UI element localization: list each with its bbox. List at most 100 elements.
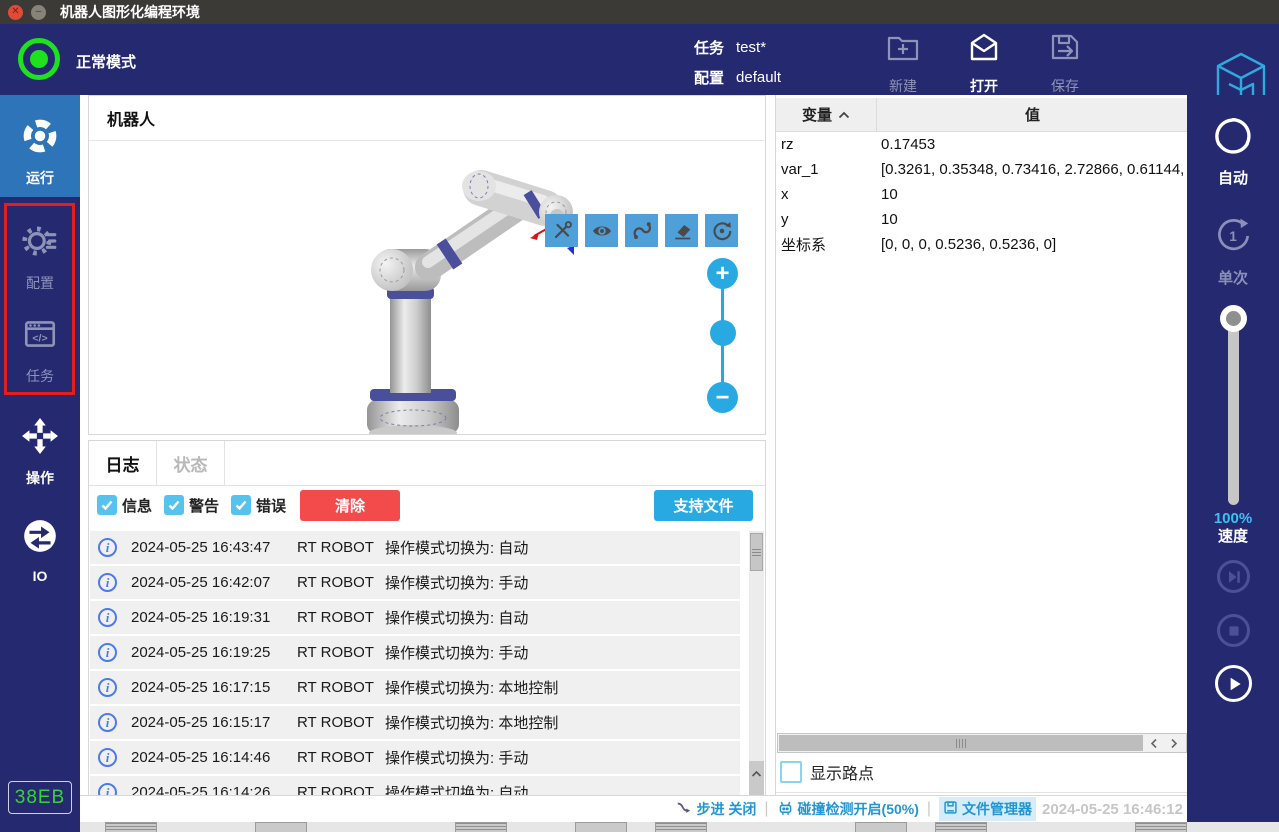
collision-detection-status[interactable]: 碰撞检测开启(50%) xyxy=(777,799,919,819)
sidebar-item-task[interactable]: </> 任务 xyxy=(0,303,80,393)
log-row[interactable]: i 2024-05-25 16:19:25 RT ROBOT 操作模式切换为: 手动 xyxy=(90,636,740,669)
sidebar-item-config[interactable]: 配置 xyxy=(0,210,80,300)
collision-label: 碰撞检测开启(50%) xyxy=(797,801,919,817)
speed-label: 速度 xyxy=(1217,528,1248,545)
variable-row[interactable]: 坐标系 [0, 0, 0, 0.5236, 0.5236, 0] xyxy=(776,232,1188,257)
show-waypoints-row: 显示路点 xyxy=(780,760,874,784)
scroll-right-button[interactable] xyxy=(1164,735,1184,751)
svg-text:</>: </> xyxy=(32,332,47,344)
auto-mode-button[interactable]: 自动 xyxy=(1187,115,1279,188)
checkbox-info[interactable] xyxy=(97,495,117,515)
variable-header-label: 变量 xyxy=(801,107,832,124)
info-icon: i xyxy=(98,538,117,557)
log-filter-bar: 信息 警告 错误 清除 支持文件 xyxy=(89,486,765,524)
log-row[interactable]: i 2024-05-25 16:14:46 RT ROBOT 操作模式切换为: 手动 xyxy=(90,741,740,774)
hscrollbar-thumb[interactable] xyxy=(779,735,1143,751)
log-source: RT ROBOT xyxy=(297,644,374,661)
clear-button[interactable]: 清除 xyxy=(300,489,401,521)
variable-value: [0, 0, 0, 0.5236, 0.5236, 0] xyxy=(881,236,1057,253)
variable-value: 10 xyxy=(881,211,898,228)
divider xyxy=(776,792,1188,793)
scrollbar-thumb[interactable] xyxy=(750,533,763,571)
single-run-button[interactable]: 1 单次 xyxy=(1187,215,1279,288)
speed-slider-knob[interactable] xyxy=(1220,305,1247,332)
file-manager-button[interactable]: 文件管理器 xyxy=(939,797,1037,821)
column-header-value[interactable]: 值 xyxy=(877,98,1188,131)
robot-3d-view[interactable]: + − xyxy=(89,142,765,434)
clipped-item xyxy=(105,822,157,832)
sidebar-item-io[interactable]: IO xyxy=(0,503,80,593)
column-header-variable[interactable]: 变量 xyxy=(776,98,877,131)
variable-row[interactable]: rz 0.17453 xyxy=(776,132,1188,157)
checkbox-error[interactable] xyxy=(231,495,252,515)
log-message: 操作模式切换为: 手动 xyxy=(385,575,529,592)
variable-value: 10 xyxy=(881,186,898,203)
save-button[interactable]: 保存 xyxy=(1042,30,1088,96)
open-button[interactable]: 打开 xyxy=(961,30,1007,96)
log-row[interactable]: i 2024-05-25 16:42:07 RT ROBOT 操作模式切换为: 手动 xyxy=(90,566,740,599)
gear-icon xyxy=(21,222,59,265)
variable-name: 坐标系 xyxy=(781,237,827,254)
info-icon: i xyxy=(98,608,117,627)
clipped-item xyxy=(575,822,627,832)
sidebar-item-operate[interactable]: 操作 xyxy=(0,403,80,493)
log-message: 操作模式切换为: 自动 xyxy=(385,540,529,557)
open-icon xyxy=(966,30,1002,71)
value-header-label: 值 xyxy=(1024,107,1040,124)
zoom-out-button[interactable]: − xyxy=(707,382,738,413)
status-badge: 38EB xyxy=(8,781,72,814)
log-source: RT ROBOT xyxy=(297,749,374,766)
collision-icon xyxy=(777,800,794,819)
variable-name: y xyxy=(781,211,789,228)
log-row[interactable]: i 2024-05-25 16:43:47 RT ROBOT 操作模式切换为: 自动 xyxy=(90,531,740,564)
tab-status[interactable]: 状态 xyxy=(157,441,225,485)
auto-label: 自动 xyxy=(1217,170,1248,187)
sort-ascending-icon xyxy=(838,111,850,119)
separator: | xyxy=(926,800,932,817)
tools-icon[interactable] xyxy=(545,214,578,247)
step-forward-button[interactable] xyxy=(1217,560,1250,593)
zoom-in-button[interactable]: + xyxy=(707,258,738,289)
checkbox-warning[interactable] xyxy=(164,495,185,515)
speed-slider-track[interactable] xyxy=(1228,327,1239,505)
log-list: i 2024-05-25 16:43:47 RT ROBOT 操作模式切换为: 自动 i… xyxy=(90,531,740,811)
close-button[interactable]: ✕ xyxy=(8,4,23,20)
step-mode-status[interactable]: 步进 关闭 xyxy=(676,799,756,819)
log-row[interactable]: i 2024-05-25 16:19:31 RT ROBOT 操作模式切换为: 自动 xyxy=(90,601,740,634)
header: 正常模式 任务 test* 配置 default 新建 打开 保存 xyxy=(0,24,1279,112)
show-waypoints-checkbox[interactable] xyxy=(780,761,802,783)
reset-view-icon[interactable] xyxy=(705,214,738,247)
log-message: 操作模式切换为: 自动 xyxy=(385,610,529,627)
eye-icon[interactable] xyxy=(585,214,618,247)
zoom-slider-knob[interactable] xyxy=(710,320,736,346)
right-sidebar: 自动 1 单次 100% 速度 xyxy=(1187,95,1279,822)
variable-row[interactable]: y 10 xyxy=(776,207,1188,232)
new-button[interactable]: 新建 xyxy=(880,30,926,96)
variable-row[interactable]: x 10 xyxy=(776,182,1188,207)
step-icon xyxy=(676,800,692,819)
play-button[interactable] xyxy=(1215,665,1252,702)
log-row[interactable]: i 2024-05-25 16:17:15 RT ROBOT 操作模式切换为: 本地控… xyxy=(90,671,740,704)
log-source: RT ROBOT xyxy=(297,679,374,696)
file-manager-label: 文件管理器 xyxy=(962,801,1033,817)
info-icon: i xyxy=(98,643,117,662)
open-button-label: 打开 xyxy=(970,78,998,94)
variable-row[interactable]: var_1 [0.3261, 0.35348, 0.73416, 2.72866,… xyxy=(776,157,1188,182)
support-file-button[interactable]: 支持文件 xyxy=(654,490,753,521)
mode-label: 正常模式 xyxy=(76,54,137,71)
eraser-icon[interactable] xyxy=(665,214,698,247)
horizontal-scrollbar xyxy=(777,733,1187,753)
minimize-button[interactable]: – xyxy=(31,4,46,20)
save-icon xyxy=(1047,30,1083,71)
log-tabs: 日志 状态 xyxy=(89,441,765,486)
scroll-up-button[interactable] xyxy=(749,761,764,786)
stop-button[interactable] xyxy=(1217,614,1250,647)
tab-log[interactable]: 日志 xyxy=(89,441,157,485)
log-timestamp: 2024-05-25 16:42:07 xyxy=(131,574,271,591)
log-row[interactable]: i 2024-05-25 16:15:17 RT ROBOT 操作模式切换为: 本地控… xyxy=(90,706,740,739)
path-icon[interactable] xyxy=(625,214,658,247)
sidebar-item-run[interactable]: 运行 xyxy=(0,95,80,197)
variables-table-header: 变量 值 xyxy=(776,98,1188,132)
io-swap-icon xyxy=(21,517,59,560)
scroll-left-button[interactable] xyxy=(1144,735,1164,751)
